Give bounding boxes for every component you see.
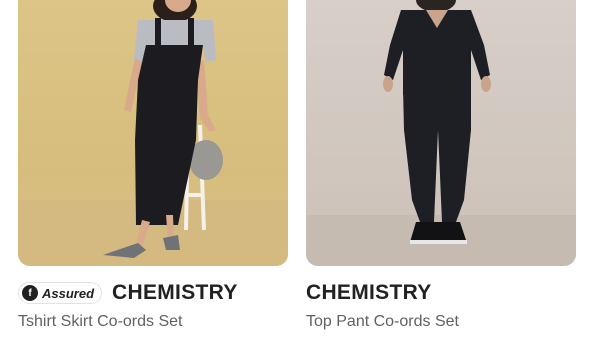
brand-name: CHEMISTRY bbox=[112, 281, 238, 304]
product-title[interactable]: Top Pant Co-ords Set bbox=[306, 313, 459, 331]
brand-name: CHEMISTRY bbox=[306, 281, 432, 304]
brand-row: CHEMISTRY bbox=[306, 281, 432, 305]
product-image[interactable] bbox=[18, 0, 288, 266]
assured-label: Assured bbox=[42, 285, 95, 301]
product-image[interactable] bbox=[306, 0, 576, 266]
product-card[interactable]: f Assured CHEMISTRY Tshirt Skirt Co-ords… bbox=[18, 0, 288, 330]
product-photo bbox=[306, 0, 576, 266]
brand-row: f Assured CHEMISTRY bbox=[18, 281, 238, 305]
assured-badge: f Assured bbox=[18, 282, 103, 304]
product-card[interactable]: CHEMISTRY Top Pant Co-ords Set bbox=[306, 0, 576, 330]
product-title[interactable]: Tshirt Skirt Co-ords Set bbox=[18, 313, 182, 331]
product-photo bbox=[18, 0, 288, 266]
assured-shield-icon: f bbox=[22, 285, 38, 301]
